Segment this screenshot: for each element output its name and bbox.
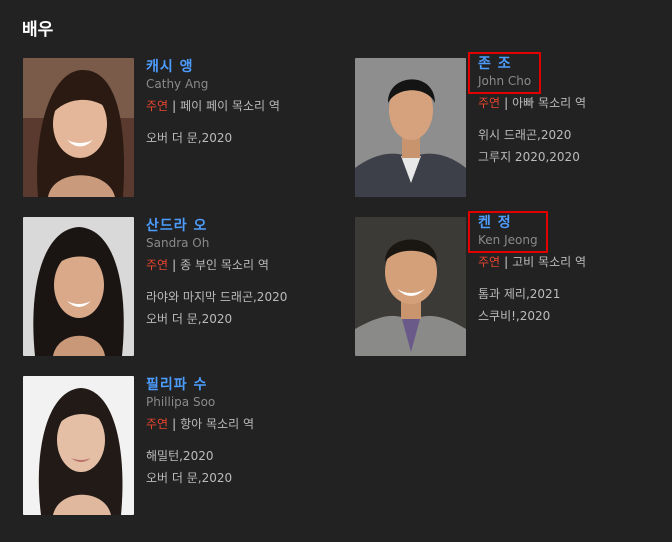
filmography-item[interactable]: 스쿠비!,2020 <box>478 305 648 327</box>
filmography-list: 해밀턴,2020 오버 더 문,2020 <box>146 445 316 489</box>
role-line: 주연 | 항아 목소리 역 <box>146 416 316 432</box>
filmography-item[interactable]: 오버 더 문,2020 <box>146 467 316 489</box>
actor-card-john-cho[interactable]: 존 조 John Cho 주연 | 아빠 목소리 역 위시 드래곤,2020 그루지… <box>355 52 655 198</box>
role-description: 고비 목소리 역 <box>512 255 587 269</box>
filmography-item[interactable]: 그루지 2020,2020 <box>478 146 648 168</box>
filmography-list: 위시 드래곤,2020 그루지 2020,2020 <box>478 124 648 168</box>
role-description: 항아 목소리 역 <box>180 417 255 431</box>
actor-card-ken-jeong[interactable]: 켄 정 Ken Jeong 주연 | 고비 목소리 역 톰과 제리,2021 스쿠비… <box>355 211 655 357</box>
filmography-item[interactable]: 위시 드래곤,2020 <box>478 124 648 146</box>
role-line: 주연 | 페이 페이 목소리 역 <box>146 98 316 114</box>
actor-name-korean[interactable]: 존 조 <box>478 55 531 73</box>
actor-photo[interactable] <box>23 58 134 197</box>
filmography-item[interactable]: 오버 더 문,2020 <box>146 308 316 330</box>
actor-photo[interactable] <box>355 58 466 197</box>
actor-name-english: Sandra Oh <box>146 236 210 250</box>
role-line: 주연 | 아빠 목소리 역 <box>478 95 648 111</box>
actor-name-korean[interactable]: 필리파 수 <box>146 376 215 394</box>
actor-card-sandra-oh[interactable]: 산드라 오 Sandra Oh 주연 | 종 부인 목소리 역 라야와 마지막 드래… <box>23 217 323 357</box>
separator: | <box>172 417 177 431</box>
filmography-list: 톰과 제리,2021 스쿠비!,2020 <box>478 283 648 327</box>
filmography-item[interactable]: 해밀턴,2020 <box>146 445 316 467</box>
highlight-box: 존 조 John Cho <box>468 52 542 94</box>
actor-name-english: Cathy Ang <box>146 77 209 91</box>
actor-card-phillipa-soo[interactable]: 필리파 수 Phillipa Soo 주연 | 항아 목소리 역 해밀턴,2020 … <box>23 376 323 516</box>
actor-name-korean[interactable]: 산드라 오 <box>146 217 209 235</box>
role-type: 주연 <box>146 99 169 113</box>
actor-name-english: John Cho <box>478 74 532 88</box>
filmography-item[interactable]: 오버 더 문,2020 <box>146 127 316 149</box>
filmography-item[interactable]: 라야와 마지막 드래곤,2020 <box>146 286 316 308</box>
actor-name-korean[interactable]: 켄 정 <box>478 214 538 232</box>
role-type: 주연 <box>146 258 169 272</box>
actor-name-english: Phillipa Soo <box>146 395 216 409</box>
filmography-item[interactable]: 톰과 제리,2021 <box>478 283 648 305</box>
role-type: 주연 <box>478 96 501 110</box>
actor-name-korean[interactable]: 캐시 앵 <box>146 58 208 76</box>
role-line: 주연 | 고비 목소리 역 <box>478 254 648 270</box>
role-description: 페이 페이 목소리 역 <box>180 99 280 113</box>
separator: | <box>172 258 177 272</box>
separator: | <box>504 96 509 110</box>
role-type: 주연 <box>478 255 501 269</box>
actor-photo[interactable] <box>23 217 134 356</box>
filmography-list: 오버 더 문,2020 <box>146 127 316 149</box>
role-description: 종 부인 목소리 역 <box>180 258 269 272</box>
highlight-box: 켄 정 Ken Jeong <box>468 211 548 253</box>
role-line: 주연 | 종 부인 목소리 역 <box>146 257 316 273</box>
actor-card-cathy-ang[interactable]: 캐시 앵 Cathy Ang 주연 | 페이 페이 목소리 역 오버 더 문,202… <box>23 58 323 198</box>
role-description: 아빠 목소리 역 <box>512 96 587 110</box>
separator: | <box>172 99 177 113</box>
section-title: 배우 <box>22 20 54 40</box>
actor-name-english: Ken Jeong <box>478 233 538 247</box>
actor-photo[interactable] <box>23 376 134 515</box>
filmography-list: 라야와 마지막 드래곤,2020 오버 더 문,2020 <box>146 286 316 330</box>
separator: | <box>504 255 509 269</box>
role-type: 주연 <box>146 417 169 431</box>
actor-photo[interactable] <box>355 217 466 356</box>
